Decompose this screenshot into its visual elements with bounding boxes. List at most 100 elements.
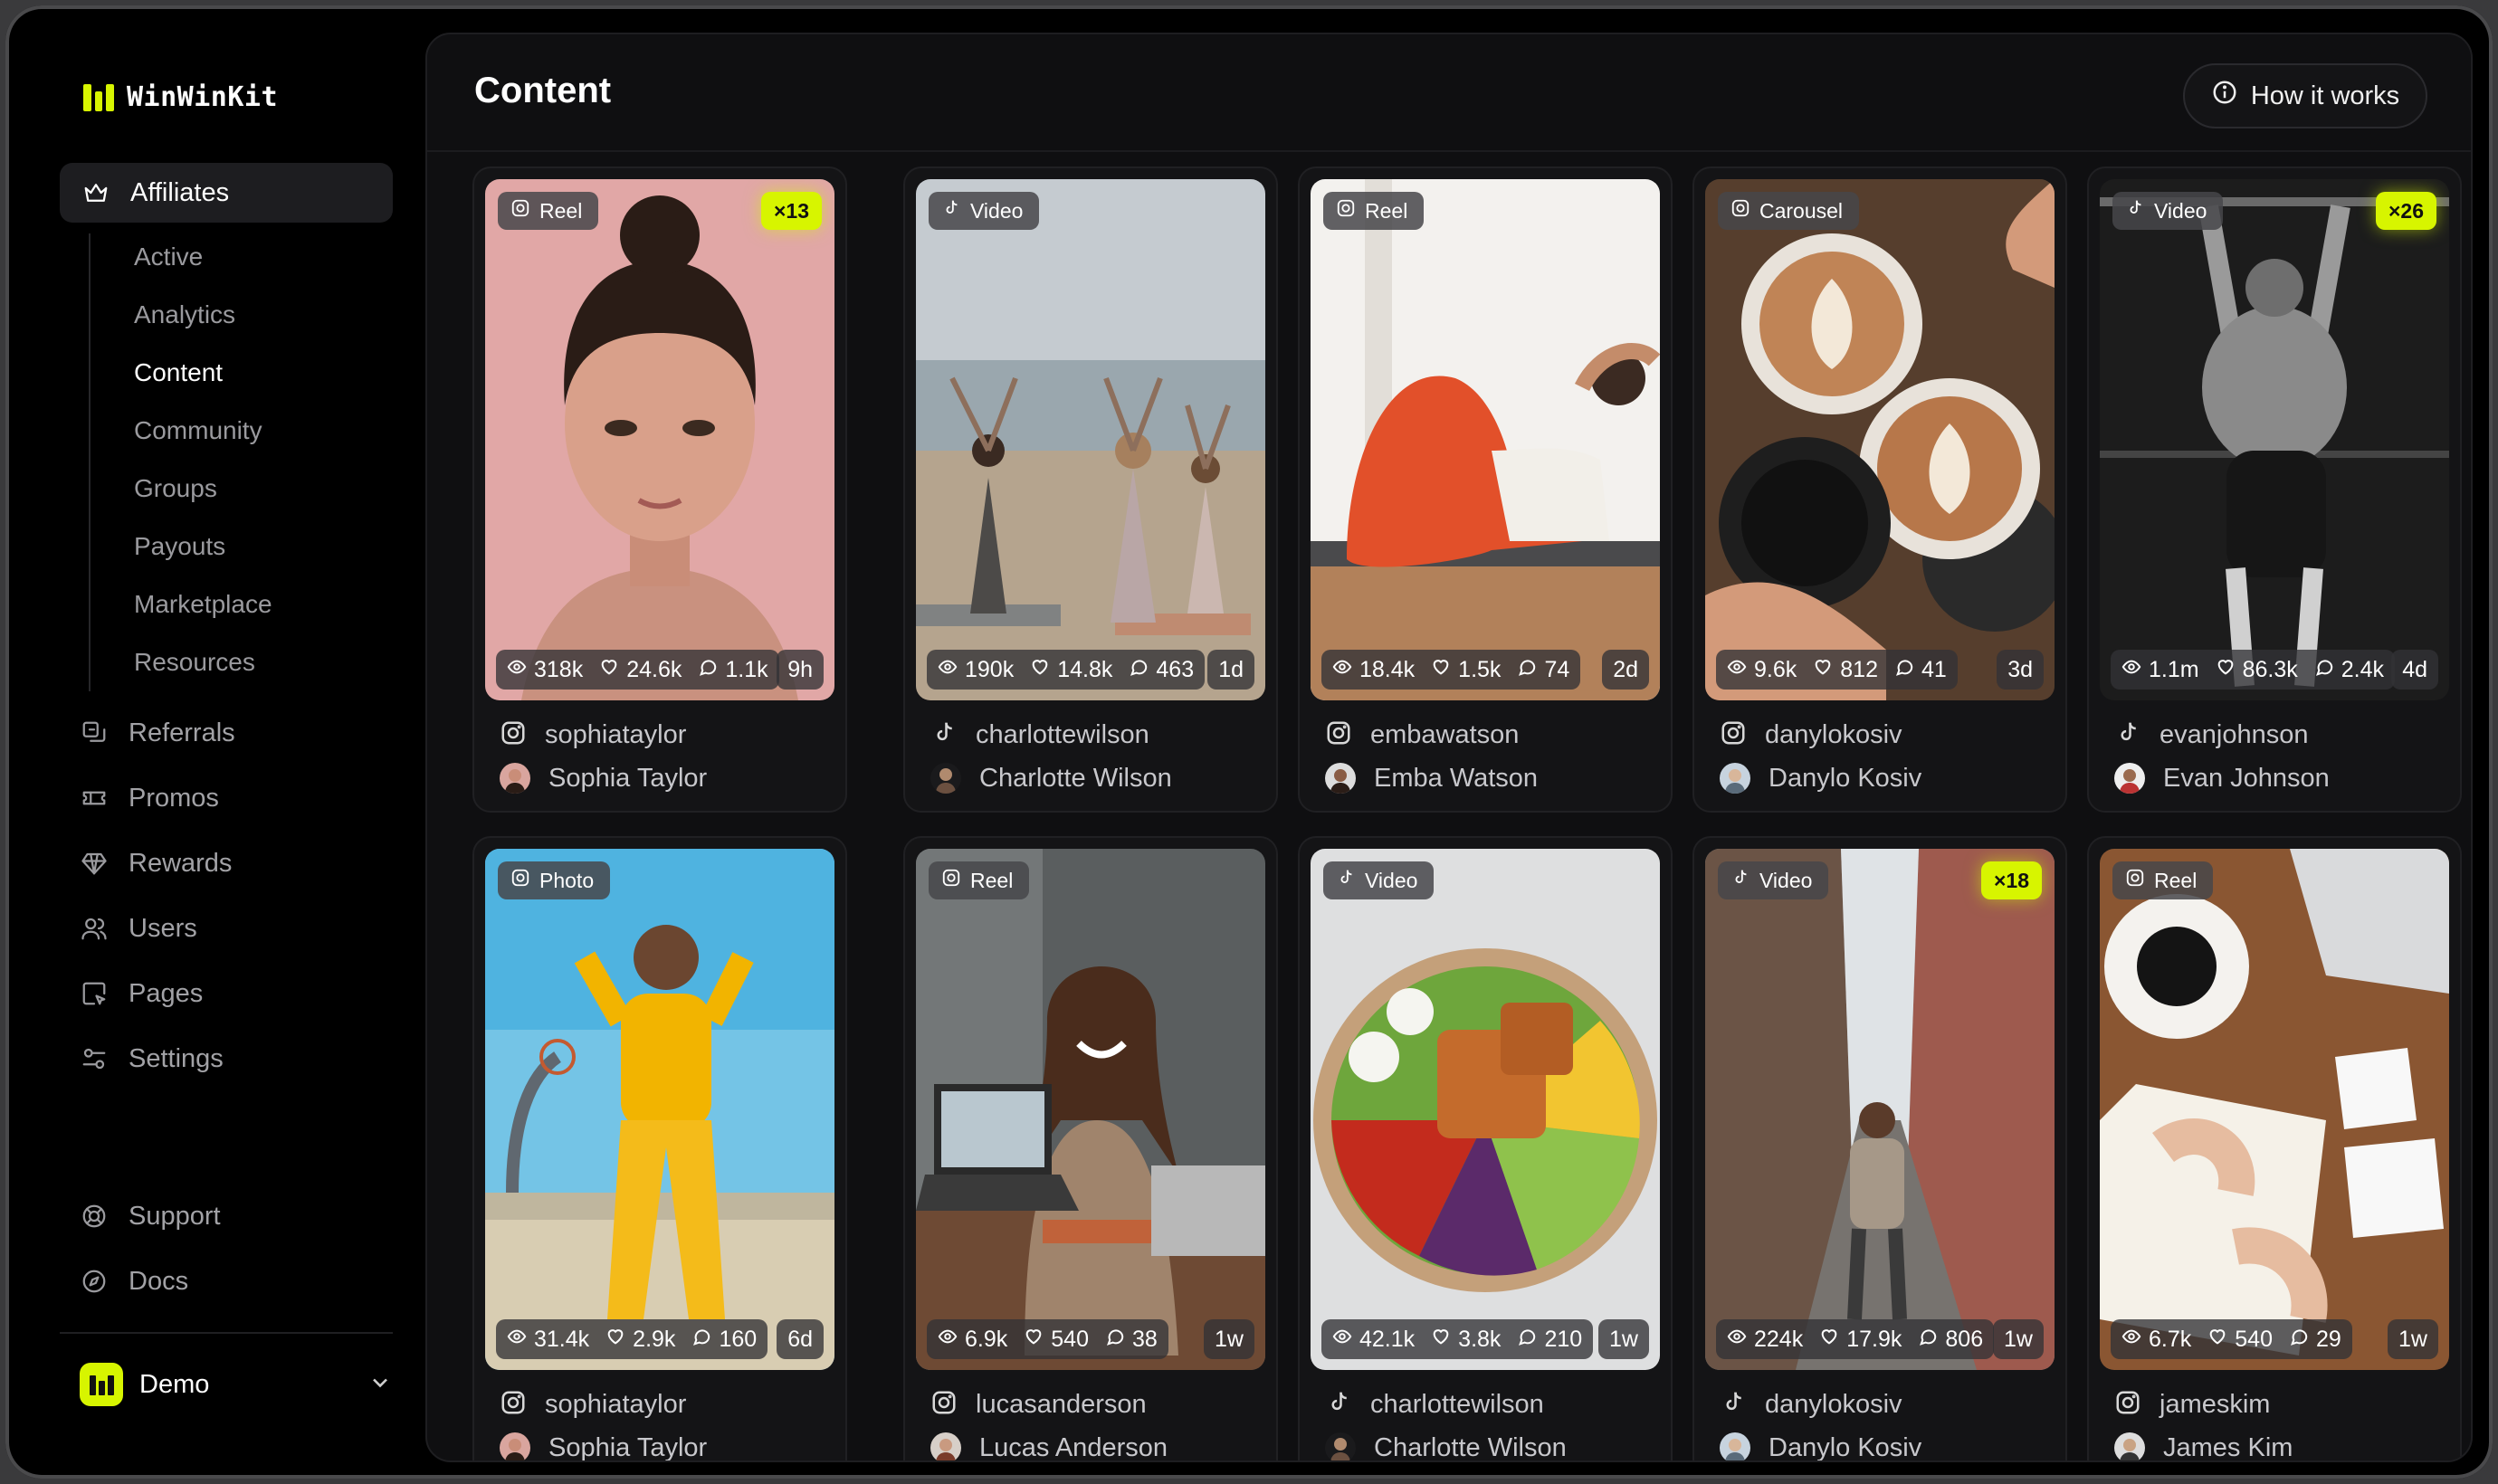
views-stat: 9.6k bbox=[1727, 657, 1797, 683]
content-card[interactable]: Reel ×13 318k 24.6k 1.1k 9h sophiataylor… bbox=[472, 166, 847, 813]
comments-stat: 38 bbox=[1105, 1327, 1158, 1353]
sidebar-item-rewards[interactable]: Rewards bbox=[80, 843, 232, 883]
content-card[interactable]: Reel 18.4k 1.5k 74 2d embawatson Emba Wa… bbox=[1298, 166, 1673, 813]
content-type-label: Reel bbox=[970, 868, 1014, 892]
comment-icon bbox=[2289, 1327, 2309, 1353]
subnav-item-community[interactable]: Community bbox=[134, 413, 262, 449]
subnav-item-groups[interactable]: Groups bbox=[134, 471, 217, 507]
views-count: 224k bbox=[1754, 1326, 1804, 1352]
creator-handle-row[interactable]: embawatson bbox=[1325, 717, 1519, 753]
creator-name: Emba Watson bbox=[1374, 763, 1539, 793]
creator-handle-row[interactable]: sophiataylor bbox=[500, 717, 686, 753]
subnav-item-content[interactable]: Content bbox=[134, 355, 223, 391]
creator-handle: charlottewilson bbox=[976, 719, 1149, 749]
sidebar-item-support[interactable]: Support bbox=[80, 1196, 221, 1236]
likes-count: 540 bbox=[1051, 1326, 1089, 1352]
likes-stat: 540 bbox=[2207, 1327, 2273, 1353]
workspace-switcher[interactable]: Demo bbox=[80, 1359, 393, 1410]
sidebar-item-affiliates[interactable]: Affiliates bbox=[60, 163, 393, 223]
content-thumbnail[interactable]: Carousel 9.6k 812 41 3d bbox=[1705, 179, 2055, 700]
subnav-item-active[interactable]: Active bbox=[134, 239, 203, 275]
content-card[interactable]: Video 190k 14.8k 463 1d charlottewilson … bbox=[903, 166, 1278, 813]
content-type-label: Photo bbox=[539, 868, 595, 892]
sidebar-item-docs[interactable]: Docs bbox=[80, 1261, 188, 1301]
content-type-badge: Video bbox=[1323, 861, 1435, 899]
creator-handle-row[interactable]: jameskim bbox=[2114, 1386, 2270, 1422]
content-thumbnail[interactable]: Video 42.1k 3.8k 210 1w bbox=[1311, 849, 1660, 1370]
creator-handle-row[interactable]: danylokosiv bbox=[1720, 717, 1902, 753]
subnav-item-marketplace[interactable]: Marketplace bbox=[134, 586, 272, 623]
comment-icon bbox=[1894, 657, 1914, 683]
sidebar-item-referrals[interactable]: Referrals bbox=[80, 713, 235, 753]
workspace-logo-icon bbox=[80, 1363, 123, 1406]
subnav-item-payouts[interactable]: Payouts bbox=[134, 528, 225, 565]
content-thumbnail[interactable]: Reel 6.9k 540 38 1w bbox=[916, 849, 1265, 1370]
creator-handle-row[interactable]: lucasanderson bbox=[930, 1386, 1147, 1422]
avatar bbox=[500, 763, 530, 794]
thumbnail-image bbox=[2100, 849, 2449, 1370]
instagram-icon bbox=[500, 719, 527, 751]
creator-name-row: Sophia Taylor bbox=[500, 760, 707, 796]
workspace-name: Demo bbox=[139, 1369, 210, 1399]
eye-icon bbox=[1332, 1327, 1352, 1353]
sidebar-item-label: Docs bbox=[129, 1266, 189, 1296]
instagram-icon bbox=[941, 868, 961, 893]
app-logo[interactable]: WinWinKit bbox=[83, 81, 278, 113]
content-card[interactable]: Carousel 9.6k 812 41 3d danylokosiv Dany… bbox=[1692, 166, 2067, 813]
engagement-stats: 31.4k 2.9k 160 bbox=[496, 1319, 768, 1359]
multiplier-badge: ×13 bbox=[760, 192, 822, 230]
post-age: 1w bbox=[1204, 1319, 1254, 1359]
content-card[interactable]: Reel 6.9k 540 38 1w lucasanderson Lucas … bbox=[903, 836, 1278, 1460]
post-age: 1w bbox=[1598, 1319, 1649, 1359]
content-card[interactable]: Video 42.1k 3.8k 210 1w charlottewilson … bbox=[1298, 836, 1673, 1460]
content-type-label: Reel bbox=[1365, 198, 1408, 223]
content-thumbnail[interactable]: Reel 18.4k 1.5k 74 2d bbox=[1311, 179, 1660, 700]
heart-icon bbox=[1819, 1327, 1839, 1353]
content-card[interactable]: Reel 6.7k 540 29 1w jameskim James Kim bbox=[2087, 836, 2462, 1460]
content-type-label: Carousel bbox=[1759, 198, 1844, 223]
content-type-label: Video bbox=[1759, 868, 1813, 892]
content-thumbnail[interactable]: Photo 31.4k 2.9k 160 6d bbox=[485, 849, 834, 1370]
subnav-item-analytics[interactable]: Analytics bbox=[134, 297, 235, 333]
creator-handle-row[interactable]: charlottewilson bbox=[930, 717, 1149, 753]
tiktok-icon bbox=[1730, 868, 1750, 893]
creator-handle-row[interactable]: evanjohnson bbox=[2114, 717, 2308, 753]
content-card[interactable]: Video ×18 224k 17.9k 806 1w danylokosiv … bbox=[1692, 836, 2067, 1460]
content-type-label: Video bbox=[2154, 198, 2207, 223]
subnav-item-resources[interactable]: Resources bbox=[134, 644, 255, 680]
how-it-works-button[interactable]: How it works bbox=[2183, 63, 2427, 128]
content-thumbnail[interactable]: Video ×26 1.1m 86.3k 2.4k 4d bbox=[2100, 179, 2449, 700]
comments-count: 41 bbox=[1921, 656, 1947, 682]
creator-handle-row[interactable]: sophiataylor bbox=[500, 1386, 686, 1422]
eye-icon bbox=[2121, 1327, 2141, 1353]
content-thumbnail[interactable]: Video ×18 224k 17.9k 806 1w bbox=[1705, 849, 2055, 1370]
comments-count: 74 bbox=[1544, 656, 1570, 682]
eye-icon bbox=[2121, 657, 2141, 683]
post-age: 1w bbox=[1993, 1319, 2044, 1359]
content-card[interactable]: Video ×26 1.1m 86.3k 2.4k 4d evanjohnson… bbox=[2087, 166, 2462, 813]
sidebar-item-label: Rewards bbox=[129, 848, 233, 878]
content-card[interactable]: Photo 31.4k 2.9k 160 6d sophiataylor Sop… bbox=[472, 836, 847, 1460]
content-thumbnail[interactable]: Reel ×13 318k 24.6k 1.1k 9h bbox=[485, 179, 834, 700]
sidebar-item-pages[interactable]: Pages bbox=[80, 974, 203, 1013]
post-age: 9h bbox=[777, 650, 824, 690]
views-count: 31.4k bbox=[534, 1326, 590, 1352]
content-thumbnail[interactable]: Reel 6.7k 540 29 1w bbox=[2100, 849, 2449, 1370]
creator-handle-row[interactable]: charlottewilson bbox=[1325, 1386, 1544, 1422]
comments-count: 210 bbox=[1544, 1326, 1583, 1352]
content-thumbnail[interactable]: Video 190k 14.8k 463 1d bbox=[916, 179, 1265, 700]
instagram-icon bbox=[1720, 719, 1747, 751]
likes-count: 812 bbox=[1840, 656, 1878, 682]
tiktok-icon bbox=[941, 198, 961, 224]
creator-name-row: Danylo Kosiv bbox=[1720, 1430, 1921, 1460]
instagram-icon bbox=[930, 1389, 958, 1421]
content-type-label: Reel bbox=[2154, 868, 2198, 892]
sidebar-item-promos[interactable]: Promos bbox=[80, 778, 219, 818]
sidebar-item-settings[interactable]: Settings bbox=[80, 1039, 224, 1079]
comments-count: 160 bbox=[719, 1326, 758, 1352]
sidebar-item-users[interactable]: Users bbox=[80, 908, 197, 948]
creator-handle-row[interactable]: danylokosiv bbox=[1720, 1386, 1902, 1422]
likes-stat: 812 bbox=[1813, 657, 1878, 683]
main-header: Content How it works bbox=[427, 34, 2471, 152]
post-age: 1w bbox=[2388, 1319, 2438, 1359]
